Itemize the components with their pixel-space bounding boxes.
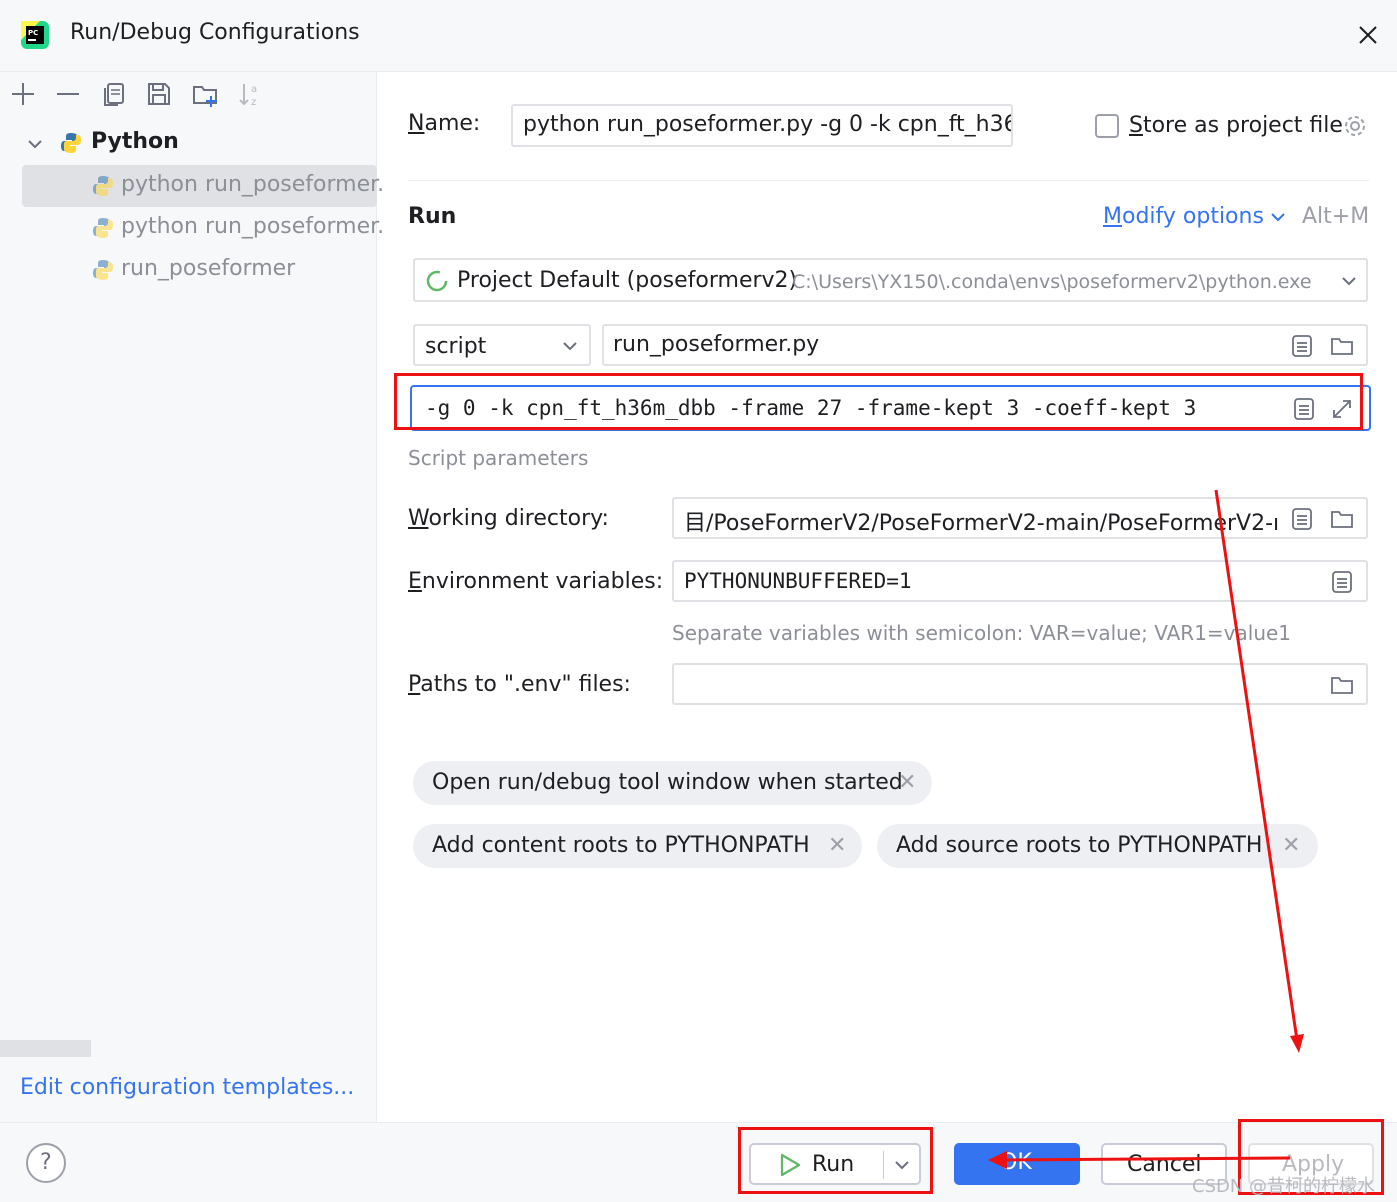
option-chip-content-roots[interactable]: Add content roots to PYTHONPATH ✕	[413, 824, 862, 868]
option-chip-open-tool-window[interactable]: Open run/debug tool window when started …	[413, 761, 932, 805]
ok-button[interactable]: OK	[954, 1143, 1080, 1185]
option-chip-label: Open run/debug tool window when started	[432, 770, 903, 795]
run-section-title: Run	[408, 204, 457, 229]
name-label: Name:	[408, 111, 481, 136]
chevron-down-icon	[563, 342, 577, 351]
environment-variables-field[interactable]: PYTHONUNBUFFERED=1	[672, 560, 1368, 602]
remove-icon[interactable]	[54, 80, 82, 108]
svg-text:a: a	[251, 84, 257, 95]
working-directory-label: Working directory:	[408, 506, 609, 531]
interpreter-path: C:\Users\YX150\.conda\envs\poseformerv2\…	[792, 271, 1312, 293]
loading-spinner-icon	[426, 270, 448, 292]
name-value: python run_poseformer.py -g 0 -k cpn_ft_…	[523, 112, 1013, 137]
edit-templates-link[interactable]: Edit configuration templates...	[20, 1075, 354, 1100]
option-chip-source-roots[interactable]: Add source roots to PYTHONPATH ✕	[877, 824, 1318, 868]
chevron-down-icon	[1271, 213, 1285, 222]
tree-item-label: python run_poseformer.	[121, 172, 385, 197]
dotenv-paths-field[interactable]	[672, 663, 1368, 705]
python-icon	[61, 133, 81, 153]
window-title: Run/Debug Configurations	[70, 20, 360, 45]
tree-root-python[interactable]: Python	[91, 129, 179, 154]
document-icon[interactable]	[1290, 334, 1314, 358]
script-type-dropdown[interactable]: script	[413, 324, 591, 366]
copy-icon[interactable]	[100, 80, 128, 108]
script-type-value: script	[425, 334, 487, 359]
close-icon[interactable]	[1355, 22, 1381, 48]
modify-options-shortcut: Alt+M	[1302, 204, 1370, 229]
script-parameters-hint: Script parameters	[408, 446, 589, 470]
option-chip-label: Add source roots to PYTHONPATH	[896, 833, 1263, 858]
environment-variables-hint: Separate variables with semicolon: VAR=v…	[672, 621, 1292, 645]
working-directory-field[interactable]: 目/PoseFormerV2/PoseFormerV2-main/PoseFor…	[672, 497, 1368, 539]
python-icon	[93, 218, 113, 238]
svg-text:PC: PC	[28, 29, 38, 37]
pycharm-logo-icon: PC	[21, 21, 49, 49]
cancel-button-label: Cancel	[1127, 1152, 1202, 1177]
annotation-highlight-box	[394, 373, 1363, 430]
sort-icon[interactable]: a z	[237, 80, 265, 108]
add-icon[interactable]	[9, 80, 37, 108]
horizontal-scrollbar[interactable]	[0, 1040, 91, 1057]
modify-options-link[interactable]: Modify options	[1103, 204, 1264, 229]
document-icon[interactable]	[1330, 570, 1354, 594]
interpreter-name: Project Default (poseformerv2)	[457, 268, 798, 293]
chevron-down-icon	[1342, 277, 1356, 286]
svg-text:z: z	[251, 97, 256, 108]
folder-icon[interactable]	[1330, 334, 1354, 358]
script-path-field[interactable]: run_poseformer.py	[602, 324, 1368, 366]
environment-variables-label: Environment variables:	[408, 569, 664, 594]
remove-chip-icon[interactable]: ✕	[898, 770, 916, 795]
environment-variables-value: PYTHONUNBUFFERED=1	[684, 569, 912, 593]
save-icon[interactable]	[145, 80, 173, 108]
store-as-project-label[interactable]: Store as project file	[1129, 113, 1343, 138]
remove-chip-icon[interactable]: ✕	[1282, 833, 1300, 858]
option-chip-label: Add content roots to PYTHONPATH	[432, 833, 810, 858]
tree-item-label: python run_poseformer.	[121, 214, 385, 239]
ok-button-label: OK	[1000, 1150, 1032, 1175]
new-folder-icon[interactable]	[191, 80, 219, 108]
script-path-value: run_poseformer.py	[613, 332, 820, 357]
python-icon	[93, 176, 113, 196]
remove-chip-icon[interactable]: ✕	[828, 833, 846, 858]
help-button[interactable]: ?	[26, 1143, 66, 1183]
store-as-project-checkbox[interactable]	[1095, 114, 1119, 138]
document-icon[interactable]	[1290, 507, 1314, 531]
help-glyph: ?	[40, 1150, 52, 1175]
folder-icon[interactable]	[1330, 507, 1354, 531]
working-directory-value: 目/PoseFormerV2/PoseFormerV2-main/PoseFor…	[684, 511, 1280, 536]
folder-icon[interactable]	[1330, 673, 1354, 697]
gear-icon[interactable]	[1342, 113, 1368, 139]
python-icon	[93, 260, 113, 280]
chevron-down-icon[interactable]	[26, 135, 44, 153]
separator	[408, 180, 1369, 181]
name-field[interactable]: python run_poseformer.py -g 0 -k cpn_ft_…	[511, 104, 1013, 147]
watermark-text: CSDN @昔柯的柠檬水	[1192, 1176, 1376, 1197]
annotation-highlight-box	[738, 1127, 933, 1194]
interpreter-dropdown[interactable]: Project Default (poseformerv2) C:\Users\…	[413, 258, 1368, 302]
tree-item-label: run_poseformer	[121, 256, 296, 281]
dotenv-paths-label: Paths to ".env" files:	[408, 672, 631, 697]
